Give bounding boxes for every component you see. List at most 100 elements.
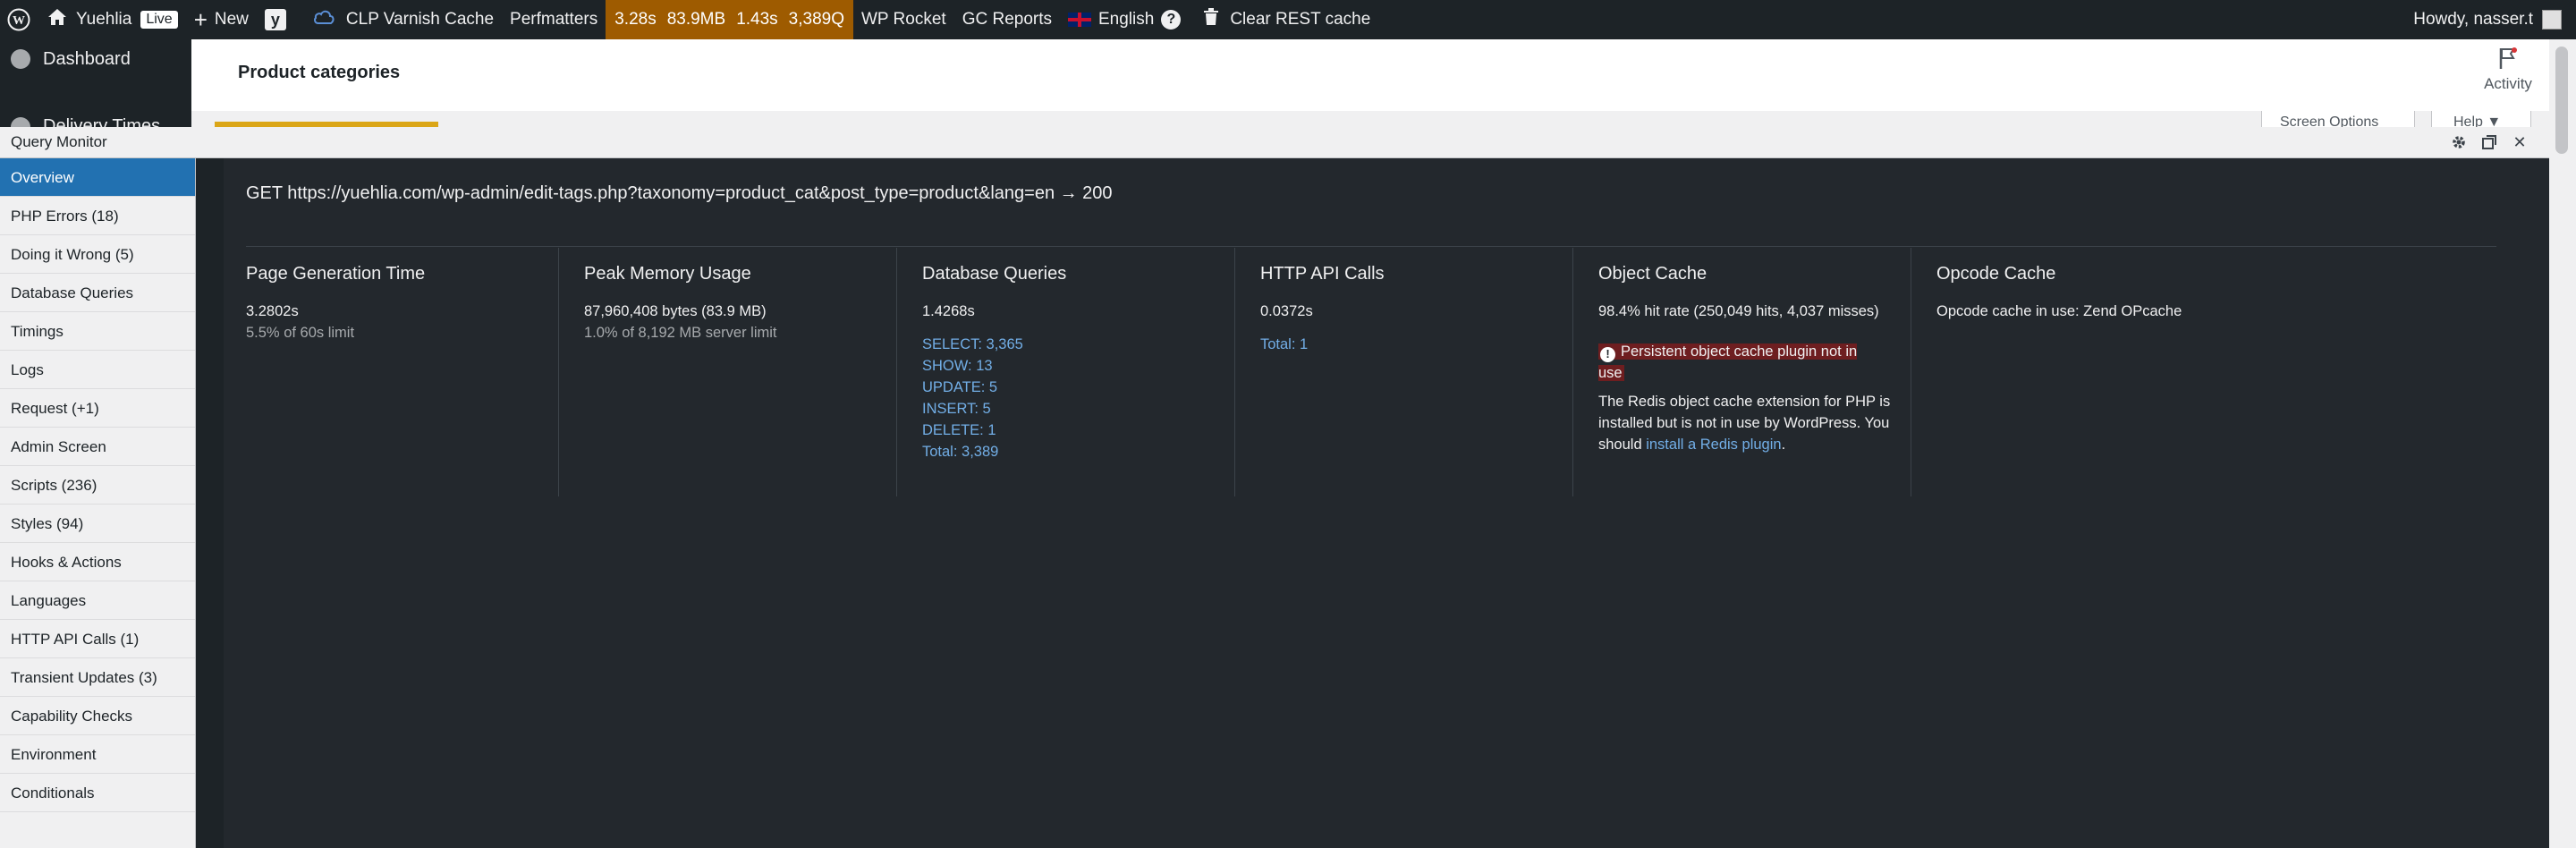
http-api-total-link[interactable]: Total: 1 [1260,336,1308,353]
qm-nav-item-request[interactable]: Request (+1) [0,389,195,428]
clear-rest-cache-menu[interactable]: Clear REST cache [1189,0,1378,39]
page-title: Product categories [238,63,401,82]
request-line: GET https://yuehlia.com/wp-admin/edit-ta… [246,183,1113,203]
total-queries-link[interactable]: Total: 3,389 [922,444,998,461]
close-icon[interactable]: ✕ [2510,132,2529,152]
qm-nav-item-http-api-calls[interactable]: HTTP API Calls (1) [0,620,195,658]
object-cache-section: Object Cache 98.4% hit rate (250,049 hit… [1598,248,1911,498]
section-title: HTTP API Calls [1260,264,1385,284]
wp-content-header [191,39,2576,111]
screen-options-tab[interactable]: Screen Options ▼ [2261,111,2415,128]
update-queries-link[interactable]: UPDATE: 5 [922,379,997,396]
menu-item-delivery-times[interactable]: Delivery Times [0,111,191,127]
site-name: Yuehlia [76,10,132,29]
new-label: New [214,10,249,29]
qm-overview-panel: GET https://yuehlia.com/wp-admin/edit-ta… [224,158,2549,848]
qm-nav-item-conditionals[interactable]: Conditionals [0,774,195,812]
delete-queries-link[interactable]: DELETE: 1 [922,422,996,439]
wp-rocket-label: WP Rocket [861,10,946,29]
qm-nav-item-database-queries[interactable]: Database Queries [0,274,195,312]
my-account-menu[interactable]: Howdy, nasser.t [2405,0,2576,39]
qm-nav-item-environment[interactable]: Environment [0,735,195,774]
insert-queries-link[interactable]: INSERT: 5 [922,401,991,418]
dock-toggle-icon[interactable] [2479,132,2499,152]
menu-item-label: Dashboard [43,48,131,69]
peak-memory-limit: 1.0% of 8,192 MB server limit [584,325,777,341]
clp-varnish-menu[interactable]: CLP Varnish Cache [294,0,502,39]
section-title: Database Queries [922,264,1067,284]
section-title: Opcode Cache [1936,264,2056,284]
yoast-menu[interactable]: y [257,0,294,39]
activity-button[interactable]: Activity [2478,47,2538,93]
page-generation-value: 3.2802s [246,303,299,319]
clock-icon [11,116,30,127]
section-title: Page Generation Time [246,264,426,284]
qm-time: 3.28s [614,10,657,29]
qm-nav-item-logs[interactable]: Logs [0,351,195,389]
gear-icon[interactable] [2449,132,2469,152]
qm-nav-item-timings[interactable]: Timings [0,312,195,351]
perfmatters-menu[interactable]: Perfmatters [502,0,606,39]
query-monitor-panel: Query Monitor ✕ Overview PHP Errors (18)… [0,127,2549,848]
language-menu[interactable]: English ? [1060,0,1189,39]
query-monitor-menu[interactable]: 3.28s 83.9MB 1.43s 3,389Q [606,0,853,39]
select-queries-link[interactable]: SELECT: 3,365 [922,336,1023,353]
activity-label: Activity [2484,75,2532,92]
page-generation-section: Page Generation Time 3.2802s 5.5% of 60s… [246,248,559,498]
database-queries-section: Database Queries 1.4268s SELECT: 3,365 S… [922,248,1235,498]
menu-item-dashboard[interactable]: Dashboard [0,39,191,79]
qm-nav-item-admin-screen[interactable]: Admin Screen [0,428,195,466]
clear-rest-cache-label: Clear REST cache [1230,10,1371,29]
screen-options-label: Screen Options ▼ [2280,114,2379,128]
redis-note: The Redis object cache extension for PHP… [1598,391,1894,455]
page-generation-limit: 5.5% of 60s limit [246,325,355,341]
wordpress-logo-icon[interactable]: W [0,0,39,39]
section-title: Peak Memory Usage [584,264,751,284]
opcode-cache-value: Opcode cache in use: Zend OPcache [1936,303,2182,319]
section-title: Object Cache [1598,264,1707,284]
qm-title-bar[interactable]: Query Monitor ✕ [0,127,2549,158]
avatar [2542,10,2562,30]
home-icon [47,8,67,31]
qm-nav-item-capability-checks[interactable]: Capability Checks [0,697,195,735]
scrollbar[interactable] [2549,39,2576,848]
divider [246,246,2496,247]
column-separator [558,248,559,496]
qm-nav-item-languages[interactable]: Languages [0,581,195,620]
cloud-icon [312,8,335,31]
qm-nav-item-scripts[interactable]: Scripts (236) [0,466,195,505]
warning-text: Persistent object cache plugin not in us… [1598,343,1858,381]
qm-nav-item-overview[interactable]: Overview [0,158,195,197]
object-cache-hit-rate: 98.4% hit rate (250,049 hits, 4,037 miss… [1598,303,1879,319]
scrollbar-thumb[interactable] [2555,47,2568,154]
install-redis-link[interactable]: install a Redis plugin [1646,437,1781,453]
qm-nav-item-doing-it-wrong[interactable]: Doing it Wrong (5) [0,235,195,274]
qm-queries: 3,389Q [788,10,844,29]
qm-nav-item-hooks-actions[interactable]: Hooks & Actions [0,543,195,581]
gc-reports-label: GC Reports [962,10,1052,29]
object-cache-warning: ! Persistent object cache plugin not in u… [1598,341,1885,384]
qm-title: Query Monitor [11,133,107,150]
yoast-icon: y [264,9,286,30]
qm-nav-item-php-errors[interactable]: PHP Errors (18) [0,197,195,235]
qm-memory: 83.9MB [666,10,726,29]
help-tab[interactable]: Help ▼ [2431,111,2531,128]
new-content-menu[interactable]: + New [186,0,257,39]
howdy-text: Howdy, nasser.t [2413,10,2533,29]
site-name-menu[interactable]: Yuehlia Live [39,0,186,39]
trash-icon [1203,8,1219,31]
clp-varnish-label: CLP Varnish Cache [345,10,495,29]
qm-nav-item-styles[interactable]: Styles (94) [0,505,195,543]
column-separator [1572,248,1573,496]
uk-flag-icon [1068,13,1091,27]
warning-icon: ! [1600,346,1615,362]
wp-rocket-menu[interactable]: WP Rocket [853,0,954,39]
peak-memory-section: Peak Memory Usage 87,960,408 bytes (83.9… [584,248,897,498]
live-badge: Live [140,11,178,29]
show-queries-link[interactable]: SHOW: 13 [922,358,993,375]
qm-nav-item-transient-updates[interactable]: Transient Updates (3) [0,658,195,697]
svg-text:W: W [13,14,25,28]
help-icon: ? [1161,10,1182,30]
qm-db-time: 1.43s [736,10,778,29]
gc-reports-menu[interactable]: GC Reports [954,0,1060,39]
